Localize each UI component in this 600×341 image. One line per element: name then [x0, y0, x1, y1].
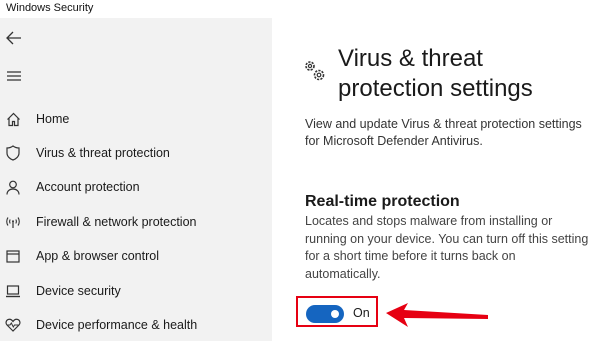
sidebar: Home Virus & threat protection Account p… — [0, 18, 272, 341]
sidebar-item-app-browser-control[interactable]: App & browser control — [0, 240, 272, 272]
window-title: Windows Security — [6, 2, 94, 14]
sidebar-item-label: Account protection — [36, 180, 140, 194]
sidebar-item-label: Device performance & health — [36, 318, 198, 332]
wifi-antenna-icon — [4, 213, 22, 231]
laptop-icon — [4, 282, 22, 300]
page-description: View and update Virus & threat protectio… — [305, 117, 582, 148]
app-window-icon — [4, 247, 22, 265]
title-bar: Windows Security — [0, 0, 600, 18]
sidebar-item-device-security[interactable]: Device security — [0, 275, 272, 307]
sidebar-item-virus-threat-protection[interactable]: Virus & threat protection — [0, 137, 272, 169]
realtime-protection-description: Locates and stops malware from installin… — [305, 214, 589, 281]
main-content: Virus & threat protection settings View … — [272, 18, 600, 341]
hamburger-icon[interactable] — [0, 64, 28, 88]
gears-icon — [302, 58, 328, 84]
back-arrow-icon[interactable] — [0, 26, 28, 50]
page-title: Virus & threat protection settings — [338, 45, 533, 102]
realtime-protection-toggle[interactable] — [306, 305, 344, 323]
sidebar-item-device-performance-health[interactable]: Device performance & health — [0, 309, 272, 341]
toggle-knob — [331, 310, 339, 318]
sidebar-item-home[interactable]: Home — [0, 103, 272, 135]
sidebar-item-label: Virus & threat protection — [36, 146, 170, 160]
shield-icon — [4, 144, 22, 162]
sidebar-item-account-protection[interactable]: Account protection — [0, 171, 272, 203]
home-icon — [4, 110, 22, 128]
toggle-state-label: On — [353, 306, 370, 320]
sidebar-item-label: Firewall & network protection — [36, 215, 197, 229]
sidebar-item-firewall-network-protection[interactable]: Firewall & network protection — [0, 206, 272, 238]
person-icon — [4, 178, 22, 196]
heart-icon — [4, 316, 22, 334]
sidebar-item-label: App & browser control — [36, 249, 159, 263]
sidebar-item-label: Device security — [36, 284, 121, 298]
red-arrow-annotation — [386, 303, 488, 327]
realtime-protection-heading: Real-time protection — [305, 193, 460, 210]
sidebar-item-label: Home — [36, 112, 70, 126]
